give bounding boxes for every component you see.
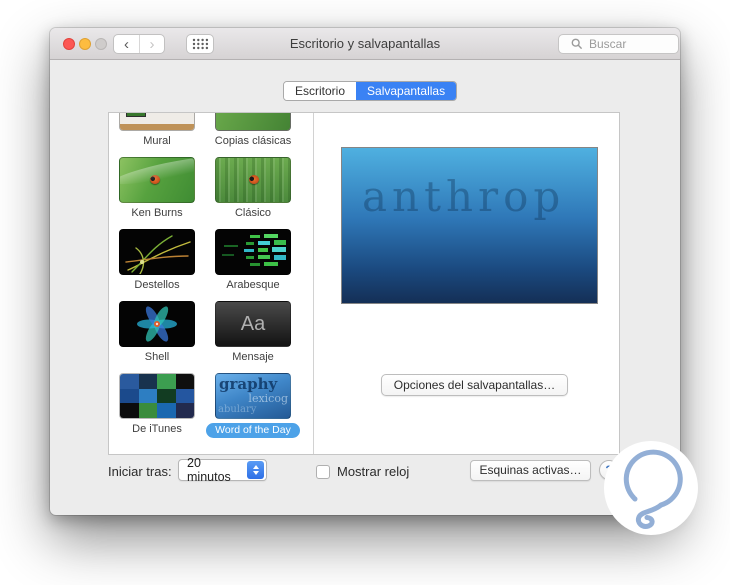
saver-label: Mural xyxy=(143,135,171,147)
speech-bubble-icon xyxy=(623,449,683,529)
saver-label: Ken Burns xyxy=(131,207,183,219)
glow-bars-art xyxy=(222,234,286,266)
light-streaks-art xyxy=(125,235,191,274)
saver-thumb-mural[interactable] xyxy=(119,113,195,131)
framed-picture xyxy=(126,113,146,117)
saver-thumb-shell[interactable] xyxy=(119,301,195,347)
saver-label: De iTunes xyxy=(132,423,182,435)
album-cover xyxy=(120,388,139,404)
saver-item-de-itunes[interactable]: De iTunes xyxy=(119,373,195,438)
start-after-label: Iniciar tras: xyxy=(108,464,172,479)
saver-label: Destellos xyxy=(134,279,180,291)
album-cover xyxy=(157,403,176,418)
stepper-icon[interactable] xyxy=(247,461,264,479)
saver-thumb-destellos[interactable] xyxy=(119,229,195,275)
view-segmented-control: Escritorio Salvapantallas xyxy=(283,81,458,101)
saver-item-clasico[interactable]: Clásico xyxy=(215,157,291,221)
saver-thumb-word-of-the-day[interactable]: graphy lexicog abulary xyxy=(215,373,291,419)
saver-label: Shell xyxy=(144,351,170,363)
watermark-logo xyxy=(604,441,698,535)
saver-label: Mensaje xyxy=(232,351,274,363)
content-box: Mural Copias clásicas Ken Burns Clásico … xyxy=(108,112,620,455)
album-cover xyxy=(120,403,139,418)
screensaver-grid: Mural Copias clásicas Ken Burns Clásico … xyxy=(109,113,313,438)
saver-item-copias-clasicas[interactable]: Copias clásicas xyxy=(215,113,291,149)
word-fragment: graphy xyxy=(219,375,278,393)
show-clock-checkbox[interactable] xyxy=(316,465,330,479)
saver-item-ken-burns[interactable]: Ken Burns xyxy=(119,157,195,221)
saver-label: Arabesque xyxy=(226,279,280,291)
chevron-up-icon xyxy=(252,465,259,469)
tab-salvapantallas[interactable]: Salvapantallas xyxy=(356,82,457,100)
shell-flower-art xyxy=(137,306,177,342)
saver-thumb-mensaje[interactable]: Aa xyxy=(215,301,291,347)
saver-label-selected: Word of the Day xyxy=(206,423,300,438)
preferences-window: ‹ › Escritorio y salvapantallas Escritor… xyxy=(50,28,680,515)
hot-corners-button[interactable]: Esquinas activas… xyxy=(470,460,591,481)
album-cover xyxy=(175,374,194,389)
word-fragment: abulary xyxy=(218,404,257,415)
saver-thumb-ken-burns[interactable] xyxy=(119,157,195,203)
saver-item-word-of-the-day[interactable]: graphy lexicog abulary Word of the Day xyxy=(206,373,300,438)
screensaver-list: Mural Copias clásicas Ken Burns Clásico … xyxy=(109,113,314,454)
start-after-value: 20 minutos xyxy=(187,456,231,484)
search-icon xyxy=(571,38,583,50)
album-cover xyxy=(138,403,157,418)
saver-item-shell[interactable]: Shell xyxy=(119,301,195,365)
saver-item-arabesque[interactable]: Arabesque xyxy=(215,229,291,293)
saver-thumb-clasico[interactable] xyxy=(215,157,291,203)
album-cover xyxy=(138,388,157,404)
preview-panel: anthrop Opciones del salvapantallas… xyxy=(315,113,619,454)
wood-floor xyxy=(120,124,194,130)
message-sample-text: Aa xyxy=(240,312,266,335)
saver-item-destellos[interactable]: Destellos xyxy=(119,229,195,293)
album-cover xyxy=(175,388,194,404)
title-bar: ‹ › Escritorio y salvapantallas xyxy=(50,28,680,60)
album-cover xyxy=(157,374,176,389)
album-cover xyxy=(157,388,176,404)
saver-item-mural[interactable]: Mural xyxy=(119,113,195,149)
preview-word-text: anthrop xyxy=(362,172,566,221)
saver-label: Copias clásicas xyxy=(214,135,292,147)
start-after-select[interactable]: 20 minutos xyxy=(178,456,267,484)
album-cover xyxy=(175,403,194,418)
saver-label: Clásico xyxy=(234,207,272,219)
saver-thumb-arabesque[interactable] xyxy=(215,229,291,275)
saver-item-mensaje[interactable]: Aa Mensaje xyxy=(215,301,291,365)
screensaver-options-button[interactable]: Opciones del salvapantallas… xyxy=(381,374,568,396)
show-clock-label: Mostrar reloj xyxy=(337,464,410,479)
album-cover xyxy=(138,374,157,389)
chevron-down-icon xyxy=(252,471,259,475)
saver-thumb-copias[interactable] xyxy=(215,113,291,131)
ladybug-icon xyxy=(249,175,259,184)
screensaver-preview: anthrop xyxy=(341,147,598,304)
album-cover xyxy=(120,374,139,389)
tab-escritorio[interactable]: Escritorio xyxy=(284,82,357,100)
ladybug-icon xyxy=(150,175,160,184)
saver-thumb-itunes[interactable] xyxy=(119,373,195,419)
tilted-photo xyxy=(216,113,290,130)
